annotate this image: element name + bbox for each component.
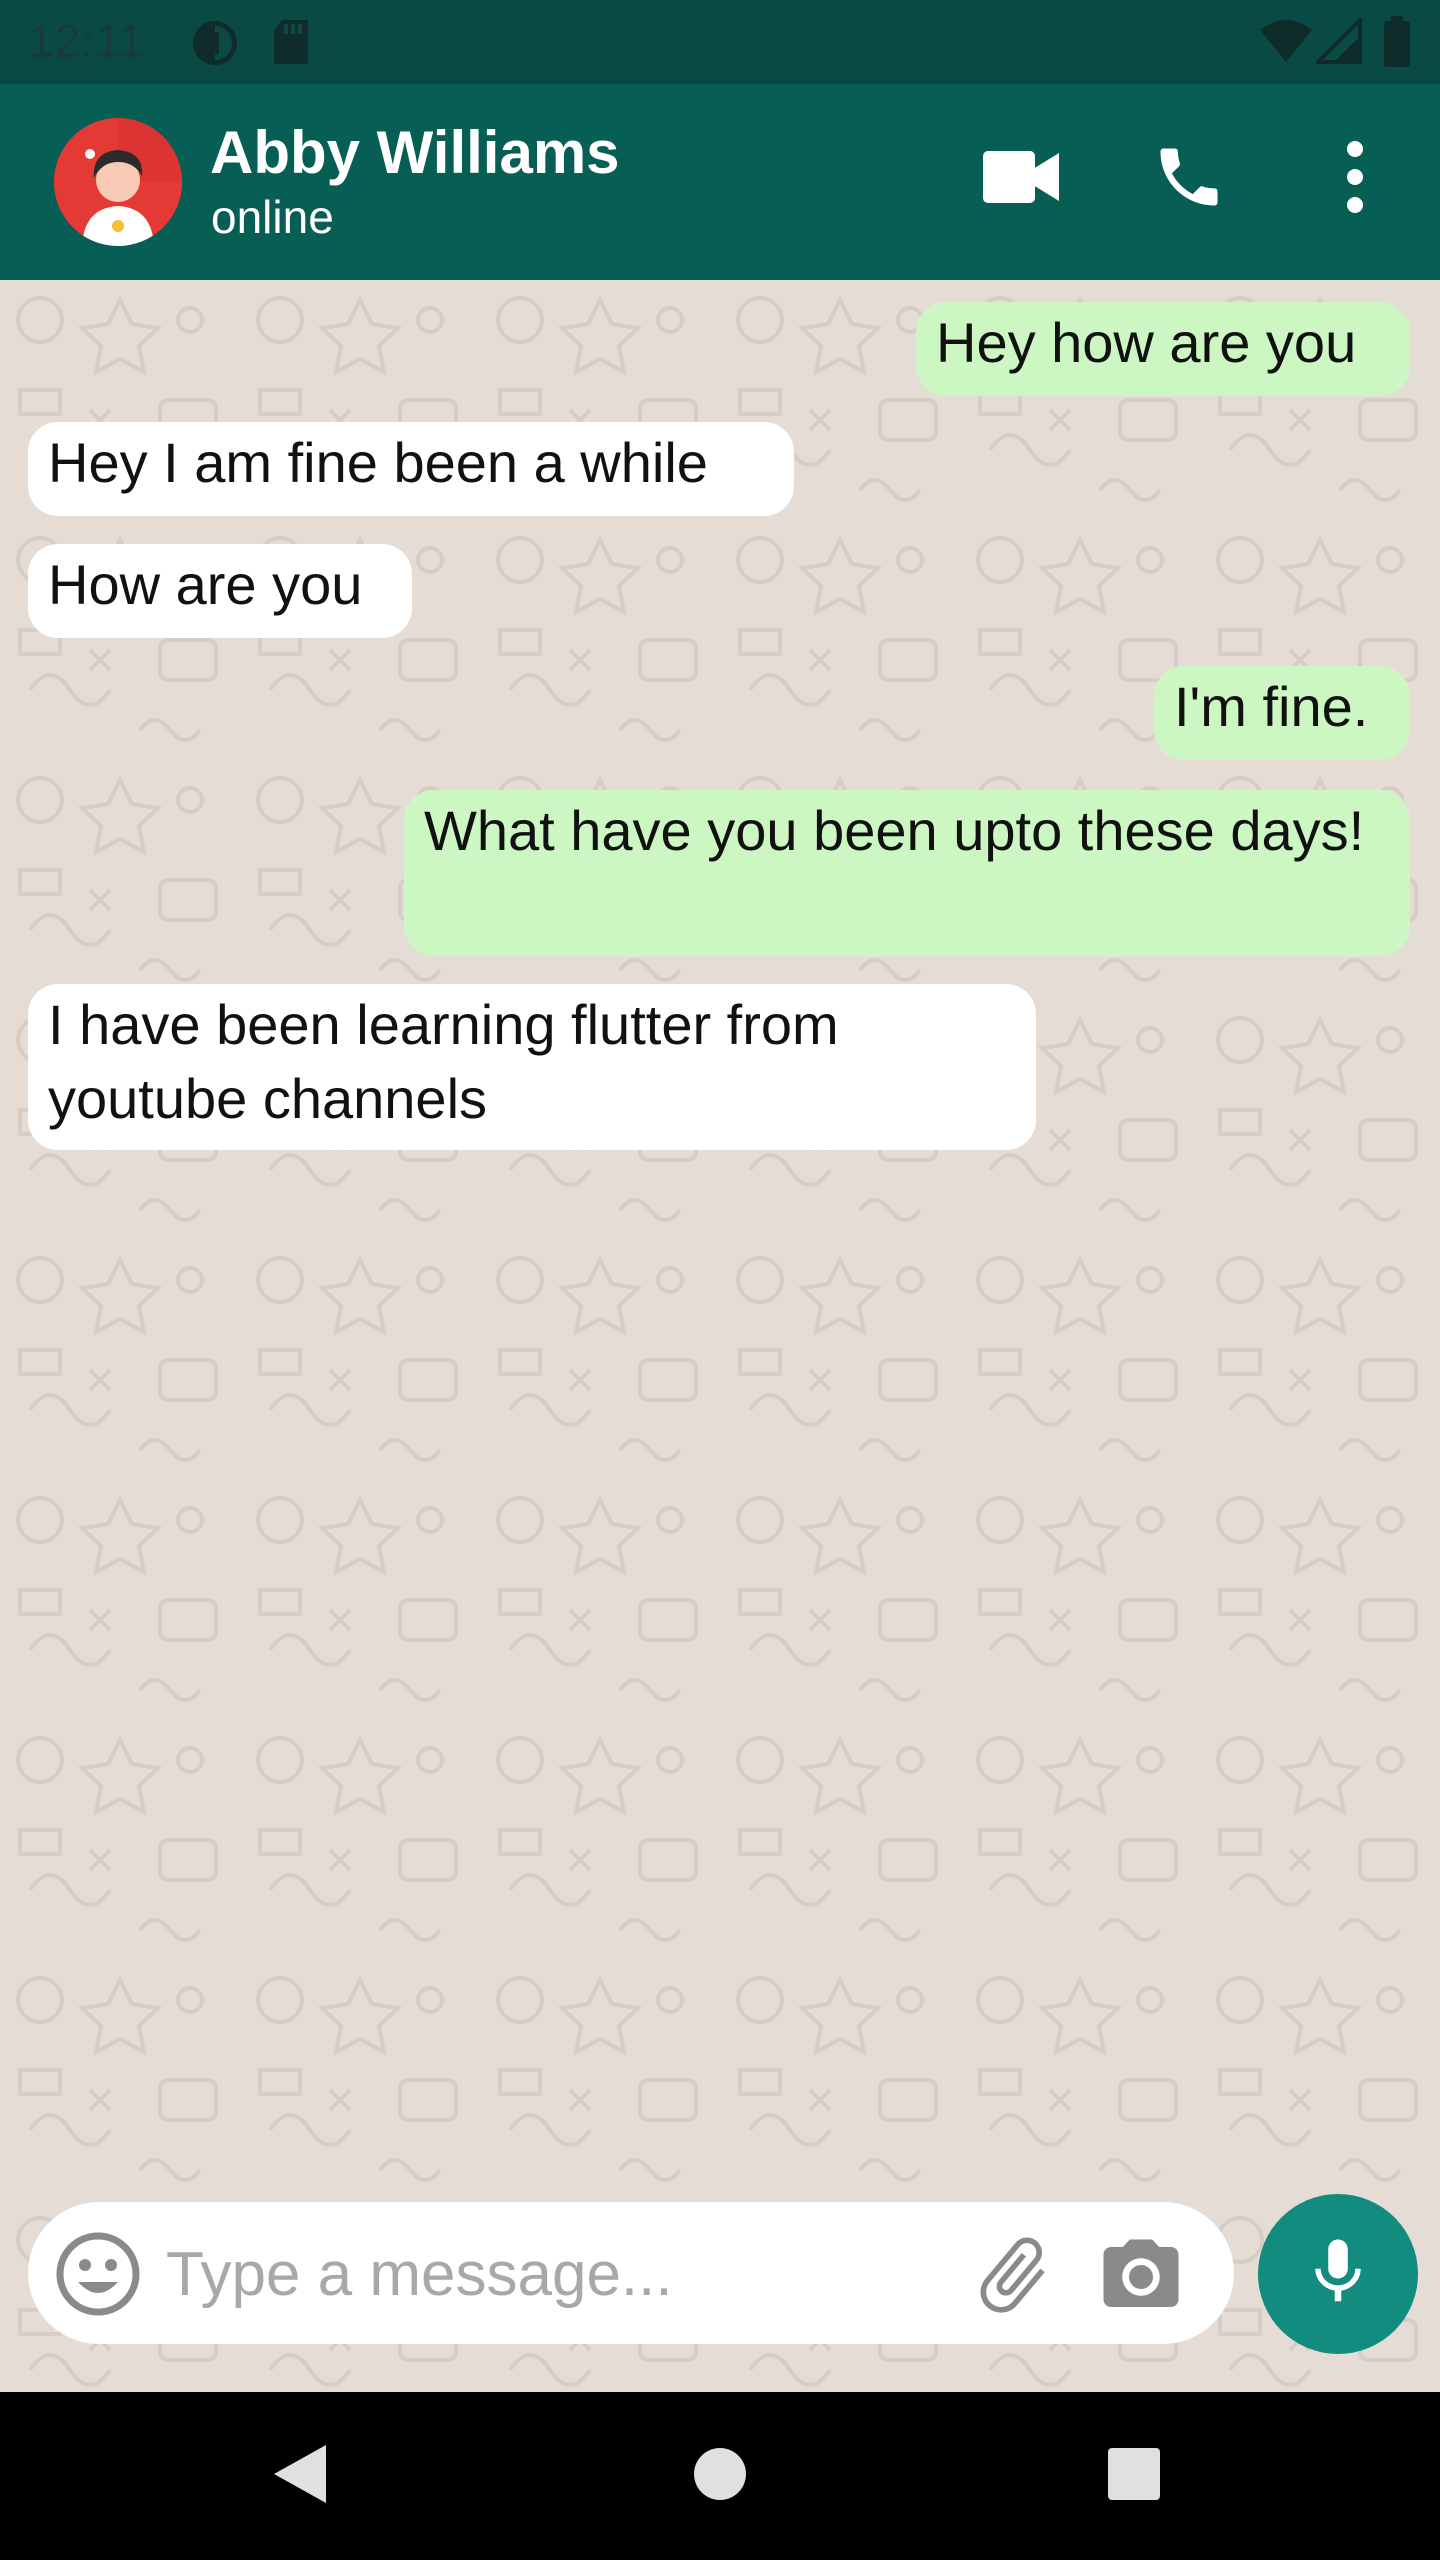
status-bar: 12:11	[0, 0, 1440, 84]
more-vert-icon	[1345, 139, 1365, 220]
voice-record-button[interactable]	[1258, 2194, 1418, 2354]
system-nav-bar	[0, 2392, 1440, 2560]
camera-button[interactable]	[1096, 2232, 1186, 2322]
nav-home-button[interactable]	[680, 2436, 760, 2516]
message-bubble-received[interactable]: Hey I am fine been a while	[28, 422, 794, 516]
contact-status: online	[211, 191, 334, 243]
avatar[interactable]	[54, 118, 182, 246]
attach-button[interactable]	[968, 2230, 1058, 2320]
message-text: I have been learning flutter from youtub…	[48, 993, 839, 1130]
recents-icon	[1107, 2447, 1161, 2506]
voice-call-button[interactable]	[1134, 124, 1244, 234]
emoji-button[interactable]	[54, 2230, 142, 2318]
message-bubble-sent[interactable]: What have you been upto these days!	[404, 790, 1410, 956]
emoji-icon	[54, 2232, 142, 2322]
message-input[interactable]	[164, 2224, 948, 2324]
message-bubble-received[interactable]: I have been learning flutter from youtub…	[28, 984, 1036, 1150]
mic-icon	[1299, 2233, 1377, 2316]
message-text: Hey how are you	[936, 311, 1357, 374]
signal-icon	[1313, 15, 1362, 69]
message-bubble-received[interactable]: How are you	[28, 544, 412, 638]
phone-icon	[1151, 139, 1227, 220]
nav-back-button[interactable]	[260, 2436, 340, 2516]
status-time: 12:11	[28, 15, 145, 67]
message-text: Hey I am fine been a while	[48, 431, 708, 494]
home-icon	[692, 2446, 748, 2507]
message-text: I'm fine.	[1174, 675, 1369, 738]
nav-recents-button[interactable]	[1094, 2436, 1174, 2516]
camera-icon	[1096, 2239, 1186, 2326]
sd-card-icon	[272, 18, 310, 71]
video-call-button[interactable]	[966, 124, 1076, 234]
message-text: What have you been upto these days!	[424, 799, 1365, 862]
chat-header: Abby Williams online	[0, 84, 1440, 280]
more-options-button[interactable]	[1300, 124, 1410, 234]
message-bubble-sent[interactable]: Hey how are you	[916, 302, 1410, 396]
wifi-icon	[1258, 18, 1314, 69]
message-text: How are you	[48, 553, 363, 616]
message-bubble-sent[interactable]: I'm fine.	[1154, 666, 1410, 760]
message-composer	[28, 2202, 1234, 2344]
contact-name[interactable]: Abby Williams	[210, 118, 620, 187]
back-icon	[270, 2443, 330, 2510]
chat-area[interactable]: Hey how are you Hey I am fine been a whi…	[0, 280, 1440, 2390]
data-saver-icon	[190, 18, 240, 73]
attach-icon	[968, 2237, 1058, 2324]
battery-icon	[1382, 16, 1412, 73]
video-call-icon	[983, 150, 1059, 208]
